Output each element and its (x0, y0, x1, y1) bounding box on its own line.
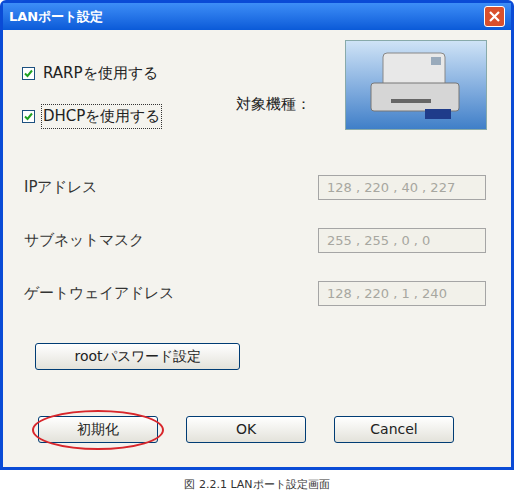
dialog-body: RARPを使用する DHCPを使用する 対象機種： IPアドレス 128 , 220 ,… (3, 30, 511, 467)
field-row: サブネットマスク 255 , 255 , 0 , 0 (24, 228, 486, 253)
check-icon (24, 112, 33, 121)
field-value: 255 , 255 , 0 , 0 (327, 231, 430, 251)
checkbox[interactable] (22, 67, 35, 80)
button[interactable]: 初期化 (38, 416, 158, 443)
ip-field: 255 , 255 , 0 , 0 (318, 228, 486, 253)
close-icon (489, 11, 500, 22)
field-label: サブネットマスク (24, 229, 144, 252)
button-label[interactable]: OK (236, 419, 256, 440)
check-icon (24, 69, 33, 78)
button[interactable]: Cancel (334, 416, 454, 443)
title-bar: LANポート設定 (3, 3, 511, 30)
root-password-row: rootパスワード設定 (3, 343, 511, 370)
figure-caption: 図 2.2.1 LANポート設定画面 (184, 477, 329, 494)
ip-field: 128 , 220 , 40 , 227 (318, 175, 486, 200)
field-value: 128 , 220 , 1 , 240 (327, 284, 447, 304)
field-row: ゲートウェイアドレス 128 , 220 , 1 , 240 (24, 281, 486, 306)
button-row: 初期化 OK Cancel (3, 416, 511, 443)
caption-area: 図 2.2.1 LANポート設定画面 (0, 470, 514, 500)
button-wrap: 初期化 (38, 416, 158, 443)
button-wrap: OK (186, 416, 306, 443)
field-label: ゲートウェイアドレス (24, 282, 174, 305)
target-model: 対象機種： (202, 40, 345, 150)
address-fields: IPアドレス 128 , 220 , 40 , 227 サブネットマスク 255 , … (3, 175, 511, 306)
highlight-ellipse (32, 410, 164, 450)
checkbox-label[interactable]: DHCPを使用する (41, 104, 162, 129)
checkbox-row[interactable]: RARPを使用する (22, 62, 202, 85)
checkbox-label[interactable]: RARPを使用する (41, 61, 160, 86)
close-button[interactable] (484, 6, 505, 27)
checkbox[interactable] (22, 110, 35, 123)
printer-icon (361, 47, 471, 123)
root-password-button[interactable]: rootパスワード設定 (35, 343, 240, 370)
window-title: LANポート設定 (9, 10, 103, 23)
printer-picture (345, 40, 487, 130)
button-label[interactable]: Cancel (370, 419, 417, 440)
options-section: RARPを使用する DHCPを使用する 対象機種： (3, 30, 511, 150)
dialog: LANポート設定 RARPを使用する DHCPを使用する 対象機種： IPアドレス 128… (0, 0, 514, 470)
target-model-label: 対象機種： (236, 93, 311, 116)
checkbox-group: RARPを使用する DHCPを使用する (22, 40, 202, 150)
button-wrap: Cancel (334, 416, 454, 443)
checkbox-row[interactable]: DHCPを使用する (22, 105, 202, 128)
field-label: IPアドレス (24, 176, 97, 199)
ip-field: 128 , 220 , 1 , 240 (318, 281, 486, 306)
field-value: 128 , 220 , 40 , 227 (327, 178, 455, 198)
button-label[interactable]: 初期化 (77, 419, 119, 440)
button[interactable]: OK (186, 416, 306, 443)
button-label[interactable]: rootパスワード設定 (74, 346, 200, 367)
field-row: IPアドレス 128 , 220 , 40 , 227 (24, 175, 486, 200)
